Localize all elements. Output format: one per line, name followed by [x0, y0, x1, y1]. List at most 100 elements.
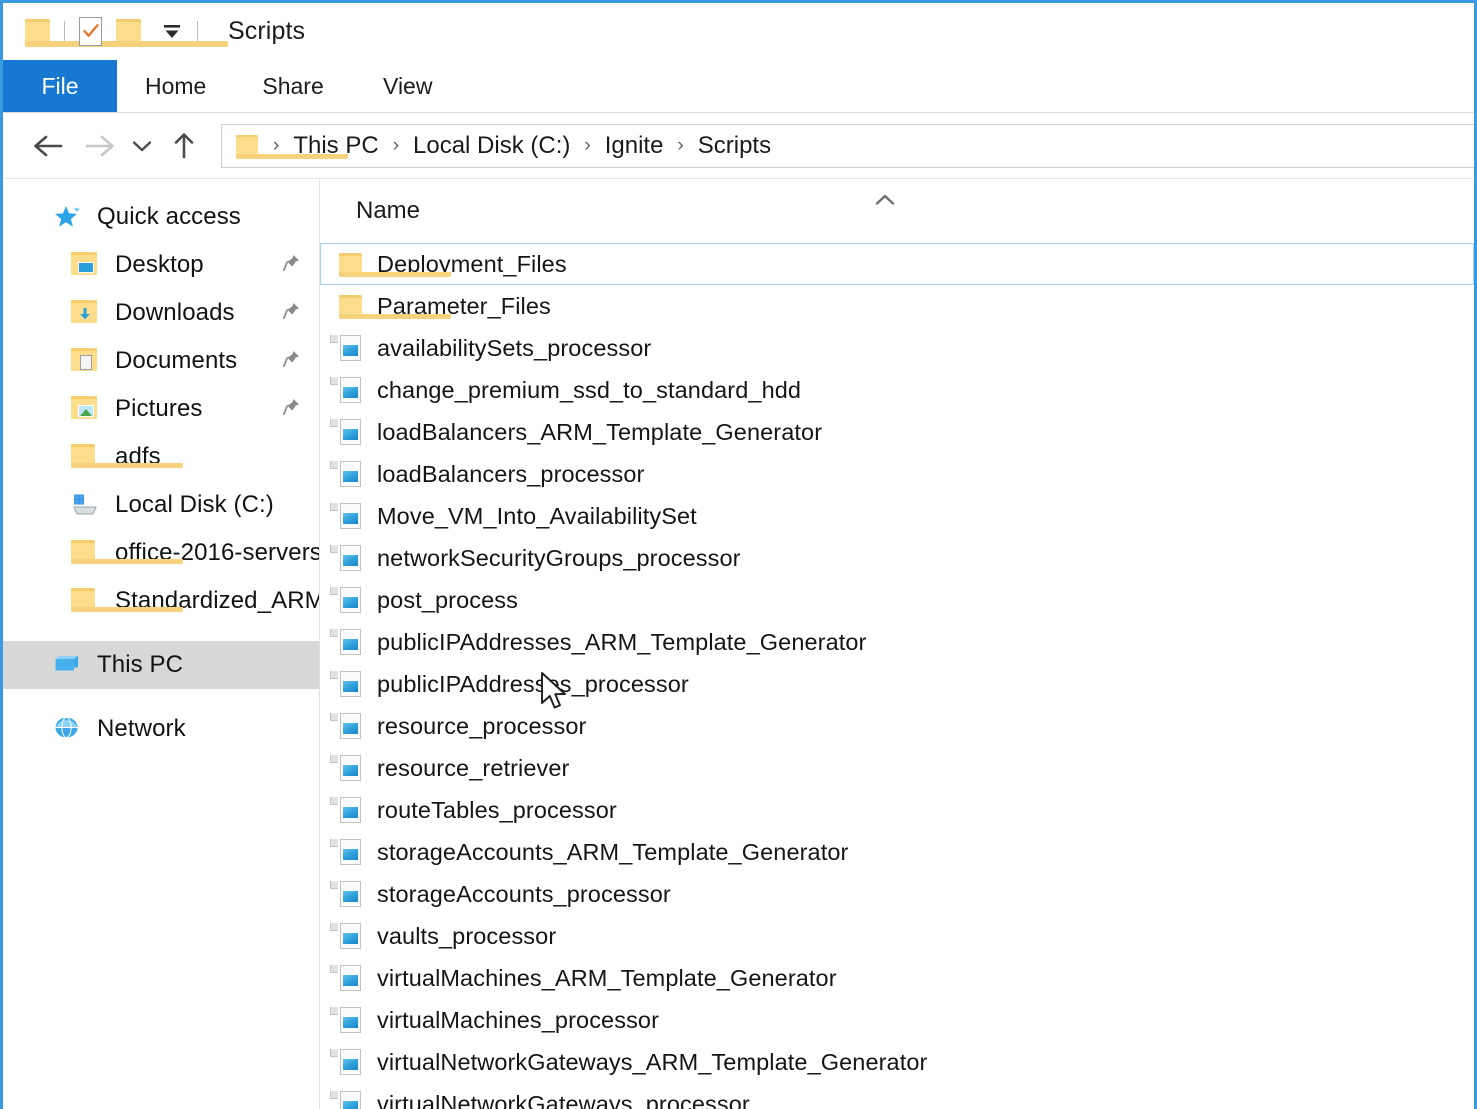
file-row[interactable]: change_premium_ssd_to_standard_hdd [320, 369, 1474, 411]
drive-icon [71, 492, 99, 518]
script-file-icon [339, 880, 363, 908]
sidebar-label: Local Disk (C:) [115, 491, 274, 519]
properties-icon[interactable] [79, 17, 102, 46]
sidebar-label: Desktop [115, 251, 204, 279]
file-row[interactable]: virtualMachines_processor [320, 999, 1474, 1041]
file-name-label: change_premium_ssd_to_standard_hdd [377, 377, 801, 404]
up-one-level-button[interactable] [163, 125, 205, 167]
script-file-icon [339, 544, 363, 572]
file-row[interactable]: storageAccounts_ARM_Template_Generator [320, 831, 1474, 873]
customize-dropdown-icon[interactable] [161, 22, 183, 42]
back-button[interactable] [27, 125, 69, 167]
script-file-icon [339, 418, 363, 446]
ribbon-tabs: File Home Share View [3, 60, 1474, 113]
folder-documents-icon [71, 348, 99, 374]
breadcrumb[interactable]: › This PC › Local Disk (C:) › Ignite › S… [221, 124, 1474, 168]
sidebar-item-this-pc[interactable]: This PC [3, 641, 319, 689]
file-row[interactable]: resource_retriever [320, 747, 1474, 789]
folder-icon [339, 292, 363, 320]
pin-icon[interactable] [282, 253, 301, 277]
file-row[interactable]: Deployment_Files [320, 243, 1474, 285]
file-row[interactable]: loadBalancers_ARM_Template_Generator [320, 411, 1474, 453]
file-row[interactable]: vaults_processor [320, 915, 1474, 957]
file-name-label: availabilitySets_processor [377, 335, 651, 362]
sidebar-item-documents[interactable]: Documents [3, 337, 319, 385]
sidebar-item-downloads[interactable]: Downloads [3, 289, 319, 337]
sidebar-item-network[interactable]: Network [3, 705, 319, 753]
column-header-name[interactable]: Name [356, 197, 420, 225]
file-name-label: storageAccounts_ARM_Template_Generator [377, 839, 848, 866]
qat-folder-icon[interactable] [25, 19, 50, 44]
file-row[interactable]: networkSecurityGroups_processor [320, 537, 1474, 579]
qat-separator-2 [197, 21, 198, 43]
sidebar-item-pictures[interactable]: Pictures [3, 385, 319, 433]
file-row[interactable]: routeTables_processor [320, 789, 1474, 831]
script-file-icon [339, 964, 363, 992]
file-row[interactable]: virtualMachines_ARM_Template_Generator [320, 957, 1474, 999]
sidebar-item-office-2016-servers[interactable]: office-2016-servers [3, 529, 319, 577]
sidebar-item-standardized-arm[interactable]: Standardized_ARM_ [3, 577, 319, 625]
sidebar-item-quick-access[interactable]: Quick access [3, 193, 319, 241]
file-name-label: resource_retriever [377, 755, 570, 782]
file-rows: Deployment_FilesParameter_Files availabil… [320, 243, 1474, 1109]
script-file-icon [339, 712, 363, 740]
file-list-pane[interactable]: Name Deployment_FilesParameter_Filesavai… [320, 179, 1474, 1109]
window-title: Scripts [228, 17, 305, 46]
tab-view[interactable]: View [352, 60, 464, 112]
folder-icon [71, 444, 99, 470]
script-file-icon [339, 1090, 363, 1109]
sidebar-label: Documents [115, 347, 237, 375]
file-row[interactable]: Move_VM_Into_AvailabilitySet [320, 495, 1474, 537]
sidebar-item-adfs[interactable]: adfs [3, 433, 319, 481]
file-row[interactable]: loadBalancers_processor [320, 453, 1474, 495]
file-name-label: resource_processor [377, 713, 586, 740]
sidebar-label: Network [97, 715, 186, 743]
file-name-label: virtualNetworkGateways_processor [377, 1091, 750, 1109]
file-explorer-window: Scripts File Home Share View [0, 0, 1477, 1109]
navigation-pane[interactable]: Quick access Desktop [3, 179, 320, 1109]
file-row[interactable]: virtualNetworkGateways_processor [320, 1083, 1474, 1109]
breadcrumb-separator: › [668, 135, 692, 157]
file-row[interactable]: virtualNetworkGateways_ARM_Template_Gene… [320, 1041, 1474, 1083]
forward-button[interactable] [79, 125, 121, 167]
file-name-label: routeTables_processor [377, 797, 617, 824]
breadcrumb-item-ignite[interactable]: Ignite [600, 132, 669, 160]
sidebar-divider-2 [3, 689, 319, 705]
script-file-icon [339, 922, 363, 950]
tab-file[interactable]: File [3, 60, 117, 112]
script-file-icon [339, 334, 363, 362]
file-name-label: loadBalancers_processor [377, 461, 644, 488]
file-row[interactable]: storageAccounts_processor [320, 873, 1474, 915]
new-folder-icon[interactable] [116, 19, 141, 44]
sidebar-item-local-disk-c[interactable]: Local Disk (C:) [3, 481, 319, 529]
file-name-label: loadBalancers_ARM_Template_Generator [377, 419, 822, 446]
file-name-label: vaults_processor [377, 923, 556, 950]
script-file-icon [339, 838, 363, 866]
file-row[interactable]: publicIPAddresses_ARM_Template_Generator [320, 621, 1474, 663]
breadcrumb-item-scripts[interactable]: Scripts [693, 132, 776, 160]
sidebar-item-desktop[interactable]: Desktop [3, 241, 319, 289]
pin-icon[interactable] [282, 301, 301, 325]
file-row[interactable]: post_process [320, 579, 1474, 621]
column-header-row: Name [320, 179, 1474, 243]
folder-icon [339, 250, 363, 278]
pin-icon[interactable] [282, 349, 301, 373]
checkmark-glyph [83, 23, 99, 39]
breadcrumb-item-local-disk[interactable]: Local Disk (C:) [408, 132, 575, 160]
recent-locations-button[interactable] [125, 125, 159, 167]
tab-share[interactable]: Share [234, 60, 351, 112]
folder-pictures-icon [71, 396, 99, 422]
tab-home[interactable]: Home [117, 60, 234, 112]
script-file-icon [339, 670, 363, 698]
script-file-icon [339, 1006, 363, 1034]
file-row[interactable]: availabilitySets_processor [320, 327, 1474, 369]
file-name-label: virtualMachines_ARM_Template_Generator [377, 965, 837, 992]
file-row[interactable]: resource_processor [320, 705, 1474, 747]
file-row[interactable]: publicIPAddresses_processor [320, 663, 1474, 705]
script-file-icon [339, 502, 363, 530]
breadcrumb-separator: › [384, 135, 408, 157]
star-icon [53, 204, 81, 230]
script-file-icon [339, 376, 363, 404]
pin-icon[interactable] [282, 397, 301, 421]
file-row[interactable]: Parameter_Files [320, 285, 1474, 327]
